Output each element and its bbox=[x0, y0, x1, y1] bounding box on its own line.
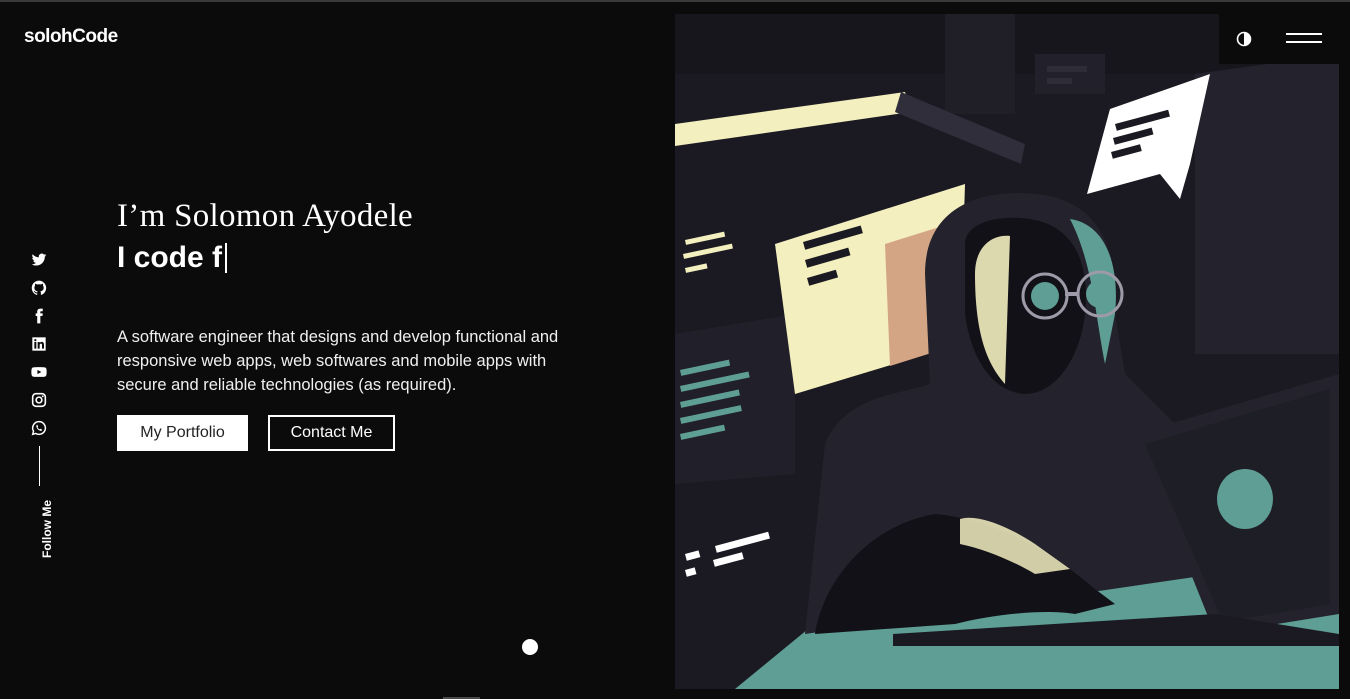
youtube-icon[interactable] bbox=[31, 364, 47, 380]
hero-name: I’m Solomon Ayodele bbox=[117, 198, 413, 234]
hacker-illustration bbox=[675, 14, 1339, 689]
page: solohCode Follow Me I’m Solomon Ayodele … bbox=[0, 0, 1350, 699]
follow-me-label: Follow Me bbox=[40, 500, 54, 558]
linkedin-icon[interactable] bbox=[31, 336, 47, 352]
hero-typed-line: I code f bbox=[117, 241, 597, 275]
hero-actions: My Portfolio Contact Me bbox=[117, 415, 597, 451]
facebook-icon[interactable] bbox=[31, 308, 47, 324]
github-icon[interactable] bbox=[31, 280, 47, 296]
scroll-indicator-dot[interactable] bbox=[522, 639, 538, 655]
whatsapp-icon[interactable] bbox=[31, 420, 47, 436]
my-portfolio-button[interactable]: My Portfolio bbox=[117, 415, 248, 451]
header-controls bbox=[1219, 14, 1339, 64]
hero-section: I’m Solomon Ayodele I code f A software … bbox=[117, 198, 597, 451]
contrast-icon[interactable] bbox=[1236, 31, 1252, 47]
contact-me-button[interactable]: Contact Me bbox=[268, 415, 395, 451]
typed-text: I code f bbox=[117, 241, 223, 274]
site-logo[interactable]: solohCode bbox=[24, 26, 118, 48]
hamburger-menu-icon[interactable] bbox=[1286, 33, 1322, 47]
social-links bbox=[31, 252, 49, 448]
follow-divider bbox=[39, 446, 40, 486]
typing-caret bbox=[225, 243, 228, 273]
instagram-icon[interactable] bbox=[31, 392, 47, 408]
twitter-icon[interactable] bbox=[31, 252, 47, 268]
hero-description: A software engineer that designs and dev… bbox=[117, 328, 559, 394]
